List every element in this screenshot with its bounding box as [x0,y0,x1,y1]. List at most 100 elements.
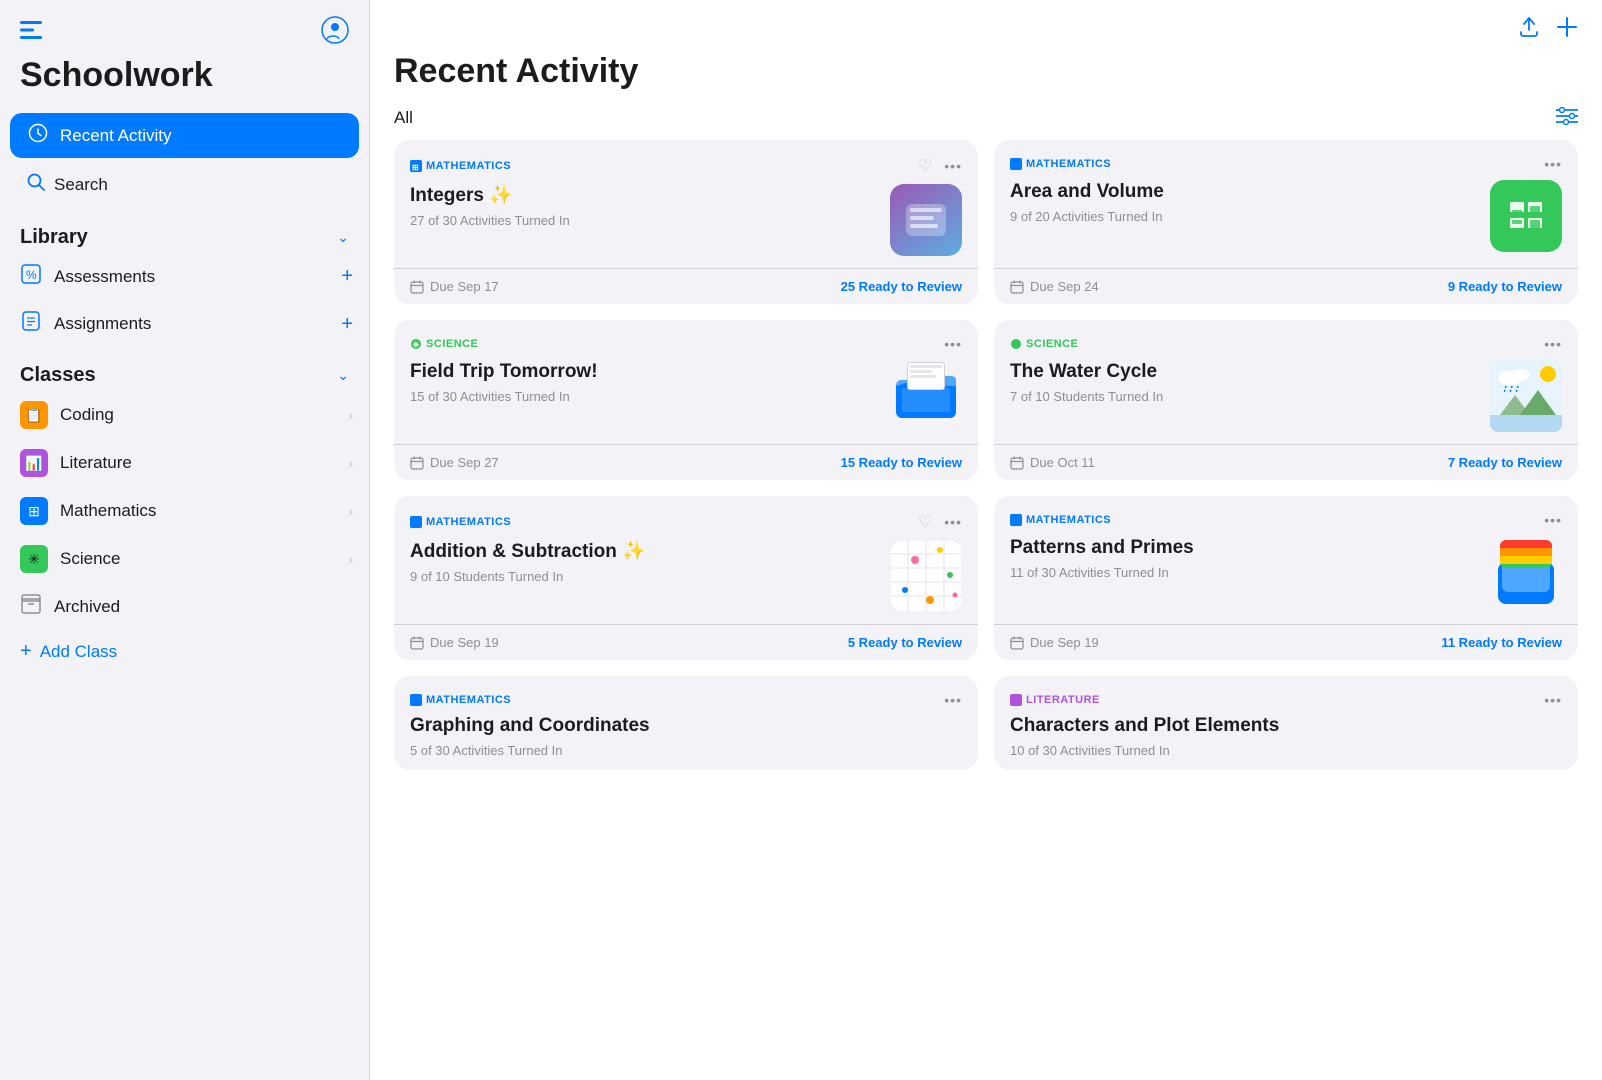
main-content: Recent Activity All ⊞ MATHEMATICS [370,0,1602,1080]
sidebar-item-science[interactable]: ✳ Science › [0,535,369,583]
filter-options-button[interactable] [1556,107,1578,128]
add-assignment-button[interactable]: + [341,313,353,336]
card-graphing-coordinates[interactable]: MATHEMATICS ••• Graphing and Coordinates… [394,676,978,770]
sidebar-item-assignments[interactable]: Assignments + [0,300,369,348]
card-water-cycle[interactable]: SCIENCE ••• The Water Cycle 7 of 10 Stud… [994,320,1578,480]
clock-icon [26,123,50,148]
card-subject-math: MATHEMATICS [410,694,511,706]
more-options-icon[interactable]: ••• [944,514,962,530]
svg-text:✳: ✳ [413,341,420,350]
card-subtitle: 9 of 20 Activities Turned In [1010,209,1478,224]
card-title: Patterns and Primes [1010,536,1478,561]
sidebar-top-bar [0,0,369,52]
search-label: Search [54,175,108,195]
archived-label: Archived [54,597,120,617]
classes-section-header: Classes ⌄ [0,348,369,391]
card-title: Area and Volume [1010,180,1478,205]
card-title: Graphing and Coordinates [410,714,962,739]
more-options-icon[interactable]: ••• [1544,336,1562,352]
literature-class-icon: 📊 [20,449,48,477]
add-assessment-button[interactable]: + [341,265,353,288]
review-count: 9 Ready to Review [1448,279,1562,294]
card-subject-math: MATHEMATICS [1010,158,1111,170]
sidebar-item-mathematics[interactable]: ⊞ Mathematics › [0,487,369,535]
card-thumbnail [890,360,962,432]
export-button[interactable] [1518,16,1540,44]
sidebar-item-search[interactable]: Search [10,162,359,208]
svg-text:%: % [26,268,37,282]
sidebar-item-recent-activity[interactable]: Recent Activity [10,113,359,158]
more-options-icon[interactable]: ••• [1544,512,1562,528]
sidebar-item-literature[interactable]: 📊 Literature › [0,439,369,487]
archived-icon [20,593,42,620]
sidebar-item-coding[interactable]: 📋 Coding › [0,391,369,439]
card-thumbnail [1490,360,1562,432]
card-subtitle: 5 of 30 Activities Turned In [410,743,962,758]
science-class-icon: ✳ [20,545,48,573]
sidebar: Schoolwork Recent Activity Search Librar… [0,0,370,1080]
heart-icon[interactable]: ♡ [918,512,932,532]
card-characters-plot[interactable]: LITERATURE ••• Characters and Plot Eleme… [994,676,1578,770]
card-patterns-primes[interactable]: MATHEMATICS ••• Patterns and Primes 11 o… [994,496,1578,660]
card-subtitle: 9 of 10 Students Turned In [410,569,878,584]
review-count: 15 Ready to Review [841,455,962,470]
more-options-icon[interactable]: ••• [1544,692,1562,708]
card-due-date: Due Sep 27 [410,455,499,470]
library-title: Library [20,226,88,249]
card-subtitle: 27 of 30 Activities Turned In [410,213,878,228]
card-subject-science: ✳ SCIENCE [410,338,478,350]
library-chevron-icon[interactable]: ⌄ [337,229,349,246]
add-class-label: Add Class [40,642,117,662]
heart-icon[interactable]: ♡ [918,156,932,176]
card-subtitle: 10 of 30 Activities Turned In [1010,743,1562,758]
classes-title: Classes [20,364,96,387]
card-subject-science: SCIENCE [1010,338,1078,350]
classes-chevron-icon[interactable]: ⌄ [337,367,349,384]
card-thumbnail [1490,180,1562,252]
main-top-bar [370,0,1602,52]
library-section-header: Library ⌄ [0,210,369,253]
due-date-text: Due Sep 19 [430,635,499,650]
card-due-date: Due Sep 19 [1010,635,1099,650]
card-field-trip[interactable]: ✳ SCIENCE ••• Field Trip Tomorrow! 15 of… [394,320,978,480]
review-count: 11 Ready to Review [1441,635,1562,650]
card-subtitle: 11 of 30 Activities Turned In [1010,565,1478,580]
card-due-date: Due Sep 17 [410,279,499,294]
profile-button[interactable] [321,16,349,44]
card-subject-math: MATHEMATICS [410,516,511,528]
more-options-icon[interactable]: ••• [944,158,962,174]
card-area-volume[interactable]: MATHEMATICS ••• Area and Volume 9 of 20 … [994,140,1578,304]
page-title: Recent Activity [370,52,1602,103]
card-subject-math: ⊞ MATHEMATICS [410,160,511,172]
card-thumbnail [890,184,962,256]
sidebar-item-assessments[interactable]: % Assessments + [0,253,369,300]
card-subject-math: MATHEMATICS [1010,514,1111,526]
sidebar-item-archived[interactable]: Archived [0,583,369,630]
cards-grid: ⊞ MATHEMATICS ♡ ••• Integers ✨ 27 of 30 … [370,140,1602,794]
coding-chevron-icon: › [348,407,353,423]
filter-label: All [394,108,413,128]
review-count: 5 Ready to Review [848,635,962,650]
card-thumbnail [890,540,962,612]
sidebar-toggle-button[interactable] [20,21,42,39]
assignments-label: Assignments [54,314,151,334]
card-integers[interactable]: ⊞ MATHEMATICS ♡ ••• Integers ✨ 27 of 30 … [394,140,978,304]
due-date-text: Due Sep 24 [1030,279,1099,294]
add-class-button[interactable]: + Add Class [0,630,369,673]
card-subject-literature: LITERATURE [1010,694,1100,706]
review-count: 7 Ready to Review [1448,455,1562,470]
more-options-icon[interactable]: ••• [944,336,962,352]
card-title: Addition & Subtraction ✨ [410,540,878,565]
card-title: Integers ✨ [410,184,878,209]
card-title: Characters and Plot Elements [1010,714,1562,739]
literature-label: Literature [60,453,132,473]
coding-class-icon: 📋 [20,401,48,429]
add-button[interactable] [1556,16,1578,44]
more-options-icon[interactable]: ••• [1544,156,1562,172]
card-title: Field Trip Tomorrow! [410,360,878,385]
coding-label: Coding [60,405,114,425]
card-addition-subtraction[interactable]: MATHEMATICS ♡ ••• Addition & Subtraction… [394,496,978,660]
due-date-text: Due Sep 19 [1030,635,1099,650]
more-options-icon[interactable]: ••• [944,692,962,708]
recent-activity-label: Recent Activity [60,126,172,146]
